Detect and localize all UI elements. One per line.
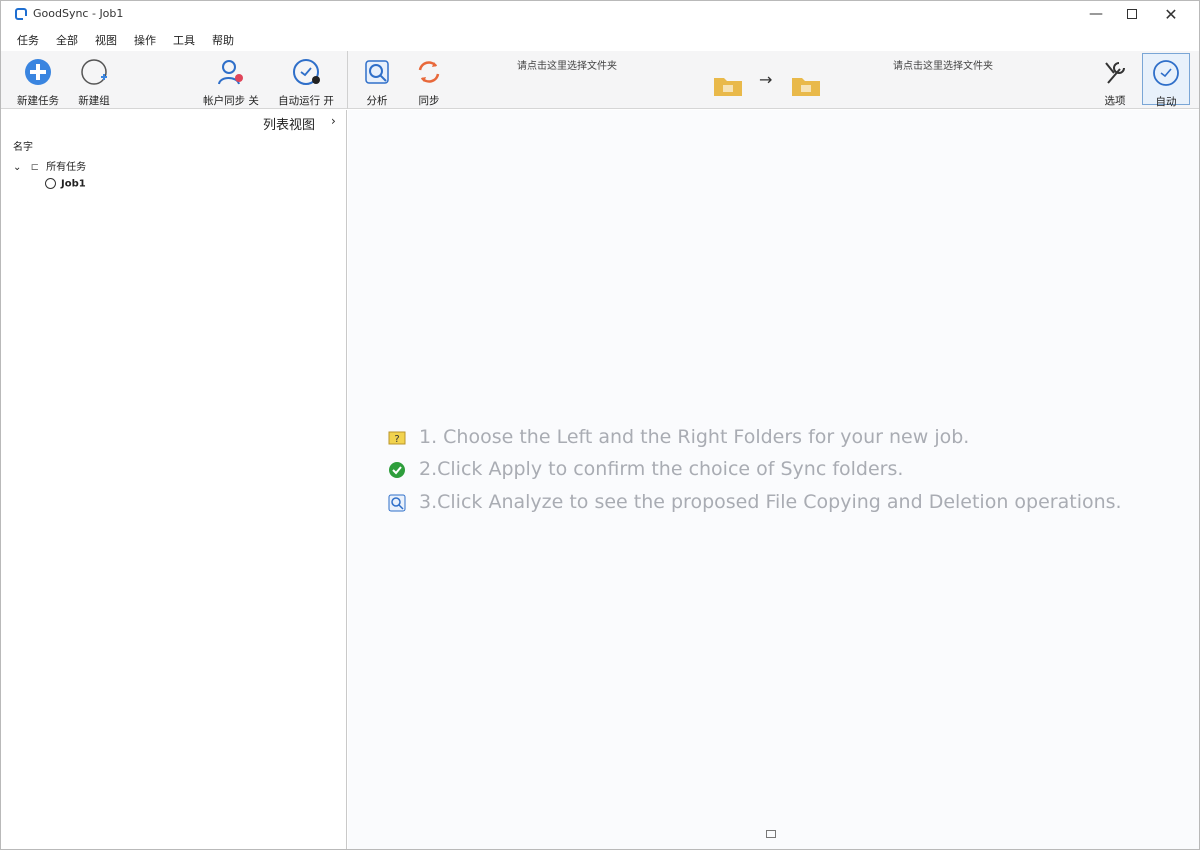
- analyze-small-icon: [388, 494, 406, 512]
- menu-all[interactable]: 全部: [56, 32, 78, 48]
- toolbar-separator: [347, 51, 348, 109]
- job-status-icon: [45, 178, 56, 189]
- title-bar: GoodSync - Job1 — ✕: [1, 1, 1199, 28]
- left-folder-path[interactable]: 请点击这里选择文件夹: [517, 57, 617, 72]
- user-sync-icon: [218, 60, 243, 85]
- auto-run-clock-icon: [293, 59, 320, 85]
- window-title: GoodSync - Job1: [33, 7, 124, 20]
- toolbar: 新建任务 新建组 帐户同步 关 自动运行 开 分析 同步 请点击这里选择文件夹 …: [1, 51, 1199, 109]
- auto-label: 自动: [1155, 96, 1177, 108]
- main-panel: ? 1. Choose the Left and the Right Folde…: [348, 110, 1199, 849]
- minimize-button[interactable]: —: [1077, 1, 1115, 28]
- instruction-step-3-text: 3.Click Analyze to see the proposed File…: [419, 491, 1122, 513]
- app-window: GoodSync - Job1 — ✕ 任务 全部 视图 操作 工具 帮助 新建…: [0, 0, 1200, 850]
- auto-run-label: 自动运行 开: [278, 95, 334, 107]
- instruction-step-2-text: 2.Click Apply to confirm the choice of S…: [419, 458, 904, 480]
- right-folder-icon[interactable]: [791, 75, 821, 97]
- options-button[interactable]: 选项: [1095, 53, 1135, 107]
- folder-question-icon: ?: [388, 431, 406, 445]
- chevron-right-icon[interactable]: ›: [331, 114, 336, 128]
- account-sync-label: 帐户同步 关: [203, 95, 259, 107]
- account-sync-button[interactable]: 帐户同步 关: [197, 53, 265, 107]
- list-view-toggle[interactable]: 列表视图: [263, 114, 315, 133]
- goodsync-logo-icon: [15, 8, 28, 21]
- instruction-step-1-text: 1. Choose the Left and the Right Folders…: [419, 426, 970, 448]
- chevron-down-icon[interactable]: ⌄: [13, 162, 21, 173]
- new-group-label: 新建组: [78, 95, 110, 107]
- analyze-button[interactable]: 分析: [357, 53, 397, 107]
- add-circle-icon: [25, 59, 51, 85]
- menu-help[interactable]: 帮助: [212, 32, 234, 48]
- new-job-label: 新建任务: [17, 95, 59, 107]
- splitter-handle-icon[interactable]: [766, 830, 776, 838]
- new-group-button[interactable]: 新建组: [71, 53, 117, 107]
- check-circle-icon: [389, 462, 405, 478]
- new-group-icon: [81, 59, 107, 85]
- svg-text:?: ?: [394, 434, 399, 445]
- menu-actions[interactable]: 操作: [134, 32, 156, 48]
- clock-icon: [1153, 60, 1179, 86]
- menu-job[interactable]: 任务: [17, 32, 39, 48]
- analyze-label: 分析: [366, 95, 388, 107]
- sync-icon: [418, 61, 440, 83]
- job-item[interactable]: Job1: [45, 178, 86, 190]
- sync-label: 同步: [418, 95, 440, 107]
- maximize-icon: [1127, 9, 1137, 19]
- job-list-panel: 列表视图 › 名字 ⌄ ⊏ 所有任务 Job1: [1, 110, 347, 849]
- menu-bar: 任务 全部 视图 操作 工具 帮助: [1, 29, 1199, 49]
- auto-run-button[interactable]: 自动运行 开: [271, 53, 341, 107]
- tree-root-label: 所有任务: [46, 162, 87, 173]
- group-icon: ⊏: [30, 162, 39, 173]
- tree-root-all-jobs[interactable]: ⌄ ⊏ 所有任务: [13, 158, 86, 173]
- menu-view[interactable]: 视图: [95, 32, 117, 48]
- wrench-icon: [1105, 62, 1125, 84]
- maximize-button[interactable]: [1113, 1, 1151, 28]
- sync-button[interactable]: 同步: [409, 53, 449, 107]
- left-folder-icon[interactable]: [713, 75, 743, 97]
- analyze-icon: [365, 60, 389, 84]
- auto-button[interactable]: 自动: [1142, 53, 1190, 108]
- right-folder-path[interactable]: 请点击这里选择文件夹: [893, 57, 993, 72]
- options-label: 选项: [1104, 95, 1126, 107]
- close-button[interactable]: ✕: [1152, 1, 1190, 28]
- new-job-button[interactable]: 新建任务: [11, 53, 65, 107]
- sync-direction-arrow-icon[interactable]: →: [759, 70, 772, 89]
- job-name: Job1: [61, 178, 86, 190]
- menu-tools[interactable]: 工具: [173, 32, 195, 48]
- name-column-header[interactable]: 名字: [13, 138, 33, 153]
